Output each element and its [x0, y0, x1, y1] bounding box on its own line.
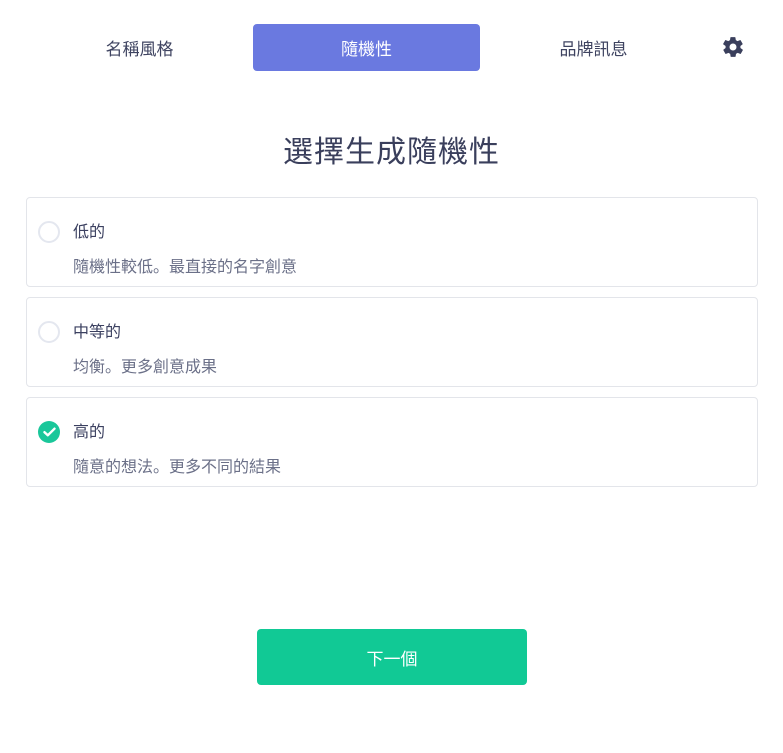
tab-brand-message[interactable]: 品牌訊息 [480, 24, 707, 71]
option-title: 中等的 [73, 322, 122, 341]
randomness-options: 低的 隨機性較低。最直接的名字創意 中等的 均衡。更多創意成果 高的 隨意的想法… [26, 197, 758, 497]
option-high[interactable]: 高的 隨意的想法。更多不同的結果 [26, 397, 758, 487]
option-title: 低的 [73, 222, 106, 241]
option-description: 均衡。更多創意成果 [73, 357, 218, 376]
option-title: 高的 [73, 422, 106, 441]
tab-randomness[interactable]: 隨機性 [253, 24, 480, 71]
tab-bar: 名稱風格 隨機性 [26, 24, 480, 71]
tab-name-style[interactable]: 名稱風格 [26, 24, 253, 71]
radio-button[interactable] [38, 321, 60, 343]
checkmark-icon [43, 427, 56, 437]
option-description: 隨機性較低。最直接的名字創意 [73, 257, 298, 276]
radio-button-checked[interactable] [38, 421, 60, 443]
gear-icon[interactable] [721, 35, 745, 59]
radio-button[interactable] [38, 221, 60, 243]
next-button[interactable]: 下一個 [257, 629, 527, 685]
option-medium[interactable]: 中等的 均衡。更多創意成果 [26, 297, 758, 387]
option-low[interactable]: 低的 隨機性較低。最直接的名字創意 [26, 197, 758, 287]
page-title: 選擇生成隨機性 [283, 135, 500, 170]
option-description: 隨意的想法。更多不同的結果 [73, 457, 282, 476]
